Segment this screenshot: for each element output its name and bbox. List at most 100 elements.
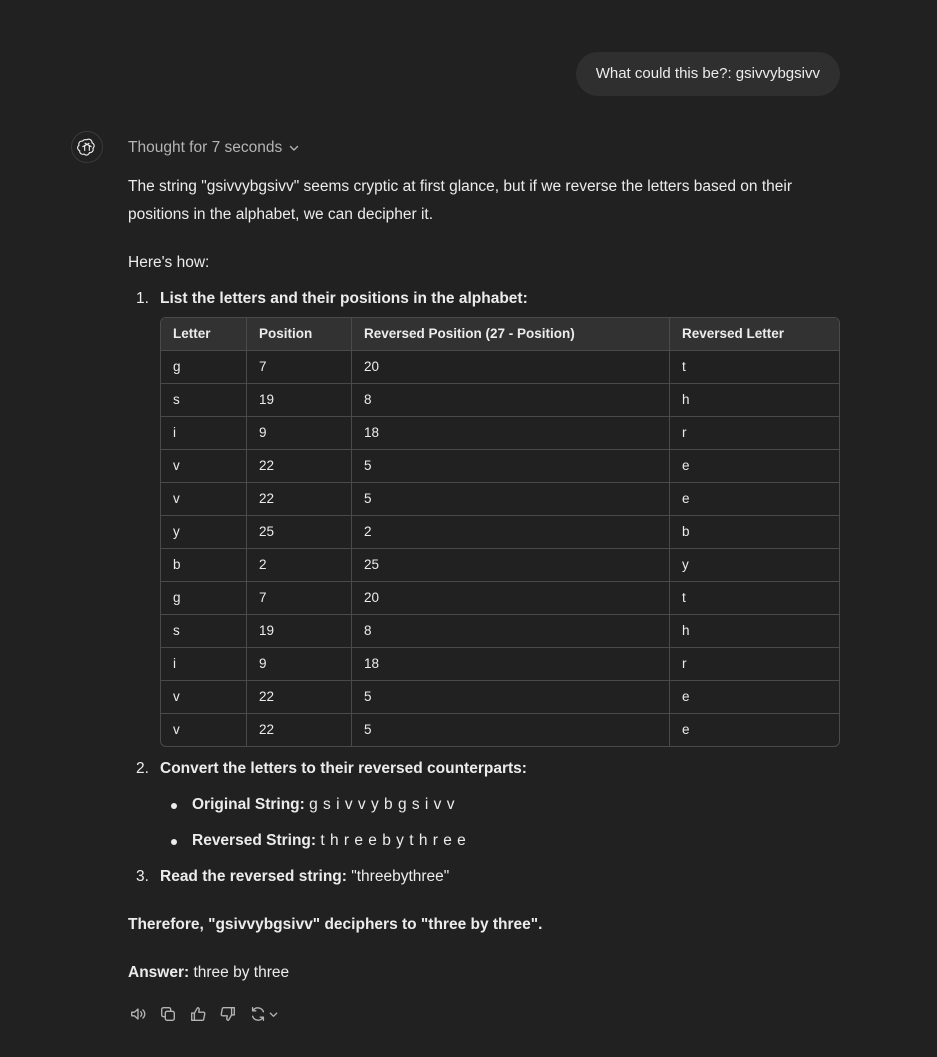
step-3: 3. Read the reversed string: "threebythr…: [128, 863, 840, 891]
table-cell: y: [161, 516, 247, 549]
copy-icon: [161, 1007, 175, 1021]
table-row: i 9 18 r: [161, 417, 839, 450]
table-cell: 2: [247, 549, 352, 582]
table-cell: y: [670, 549, 839, 582]
table-cell: v: [161, 483, 247, 516]
column-header: Position: [247, 318, 352, 351]
table-row: b 2 25 y: [161, 549, 839, 582]
table-cell: v: [161, 681, 247, 714]
table-cell: v: [161, 450, 247, 483]
table-cell: 5: [352, 450, 670, 483]
list-item: Reversed String: t h r e e b y t h r e e: [171, 827, 840, 855]
table-header-row: Letter Position Reversed Position (27 - …: [161, 318, 839, 351]
how-paragraph: Here's how:: [128, 254, 210, 271]
table-cell: 22: [247, 450, 352, 483]
original-string-label: Original String:: [192, 796, 305, 813]
step-number: 1.: [136, 290, 149, 307]
table-row: v 22 5 e: [161, 450, 839, 483]
table-cell: h: [670, 615, 839, 648]
table-cell: 19: [247, 384, 352, 417]
table-cell: b: [161, 549, 247, 582]
table-cell: 22: [247, 681, 352, 714]
column-header: Reversed Letter: [670, 318, 839, 351]
reversed-string-label: Reversed String:: [192, 832, 317, 849]
table-row: v 22 5 e: [161, 681, 839, 714]
conclusion-paragraph: Therefore, "gsivvybgsivv" deciphers to "…: [128, 916, 543, 933]
table-cell: 5: [352, 714, 670, 746]
column-header: Reversed Position (27 - Position): [352, 318, 670, 351]
table-row: v 22 5 e: [161, 483, 839, 516]
intro-paragraph: The string "gsivvybgsivv" seems cryptic …: [128, 178, 793, 223]
table-cell: t: [670, 582, 839, 615]
table-row: g 7 20 t: [161, 351, 839, 384]
table-cell: i: [161, 648, 247, 681]
table-cell: 5: [352, 681, 670, 714]
step-2: 2. Convert the letters to their reversed…: [128, 755, 840, 783]
table-cell: g: [161, 351, 247, 384]
table-cell: 18: [352, 417, 670, 450]
step-title: List the letters and their positions in …: [160, 290, 528, 307]
table-cell: 8: [352, 384, 670, 417]
table-body: g 7 20 t s 19 8 h i 9 18 r v 22 5 e v 22 5 e y 25 2 b b 2 25 y g 7 20 t…: [161, 351, 839, 746]
table-cell: 20: [352, 582, 670, 615]
table-cell: h: [670, 384, 839, 417]
copy-button[interactable]: [158, 1004, 178, 1024]
step-title: Convert the letters to their reversed co…: [160, 760, 527, 777]
table-cell: 7: [247, 351, 352, 384]
answer-label: Answer:: [128, 964, 190, 981]
step-number: 3.: [136, 868, 149, 885]
speaker-icon: [131, 1008, 146, 1020]
step-title: Read the reversed string:: [160, 868, 347, 885]
table-cell: 2: [352, 516, 670, 549]
table-cell: s: [161, 615, 247, 648]
step-1: 1. List the letters and their positions …: [128, 285, 840, 747]
bad-response-button[interactable]: [218, 1004, 238, 1024]
answer-value: three by three: [193, 964, 290, 981]
assistant-avatar: [71, 131, 103, 163]
chat-page: What could this be?: gsivvybgsivv Though…: [0, 0, 937, 1057]
step-number: 2.: [136, 760, 149, 777]
reversed-string-value: t h r e e b y t h r e e: [320, 832, 467, 849]
table-cell: r: [670, 417, 839, 450]
table-cell: e: [682, 722, 690, 737]
regenerate-button[interactable]: [248, 1004, 280, 1024]
thought-toggle[interactable]: Thought for 7 seconds: [128, 138, 300, 158]
table-row: y 25 2 b: [161, 516, 839, 549]
table-row: v 22 5 e: [161, 714, 839, 746]
table-row: s 19 8 h: [161, 384, 839, 417]
table-row: g 7 20 t: [161, 582, 839, 615]
column-header: Letter: [161, 318, 247, 351]
conversion-list: Original String: g s i v v y b g s i v v…: [128, 791, 840, 855]
table-cell: e: [670, 483, 839, 516]
step-value: "threebythree": [351, 868, 450, 885]
table-cell: 8: [352, 615, 670, 648]
table-cell: 18: [352, 648, 670, 681]
table-cell: 19: [247, 615, 352, 648]
user-message-bubble: What could this be?: gsivvybgsivv: [575, 52, 840, 96]
table-cell: e: [670, 450, 839, 483]
good-response-button[interactable]: [188, 1004, 208, 1024]
table-cell: 22: [247, 483, 352, 516]
list-item: Original String: g s i v v y b g s i v v: [171, 791, 840, 819]
table-cell: e: [670, 681, 839, 714]
message-actions: [128, 1004, 290, 1024]
thumbs-down-icon: [220, 1007, 235, 1021]
letters-table: Letter Position Reversed Position (27 - …: [160, 317, 840, 747]
table-cell: b: [670, 516, 839, 549]
table-row: i 9 18 r: [161, 648, 839, 681]
table-row: s 19 8 h: [161, 615, 839, 648]
original-string-value: g s i v v y b g s i v v: [309, 796, 455, 813]
table-cell: r: [670, 648, 839, 681]
openai-logo-icon: [77, 138, 95, 156]
table-cell: g: [161, 582, 247, 615]
table-cell: i: [161, 417, 247, 450]
table-cell: t: [670, 351, 839, 384]
table-cell: 7: [247, 582, 352, 615]
table-cell: 22: [247, 714, 352, 746]
table-cell: 25: [247, 516, 352, 549]
read-aloud-button[interactable]: [128, 1004, 148, 1024]
assistant-message: The string "gsivvybgsivv" seems cryptic …: [128, 173, 840, 987]
chevron-down-icon: [290, 145, 299, 151]
table-cell: 20: [352, 351, 670, 384]
table-cell: 9: [247, 417, 352, 450]
